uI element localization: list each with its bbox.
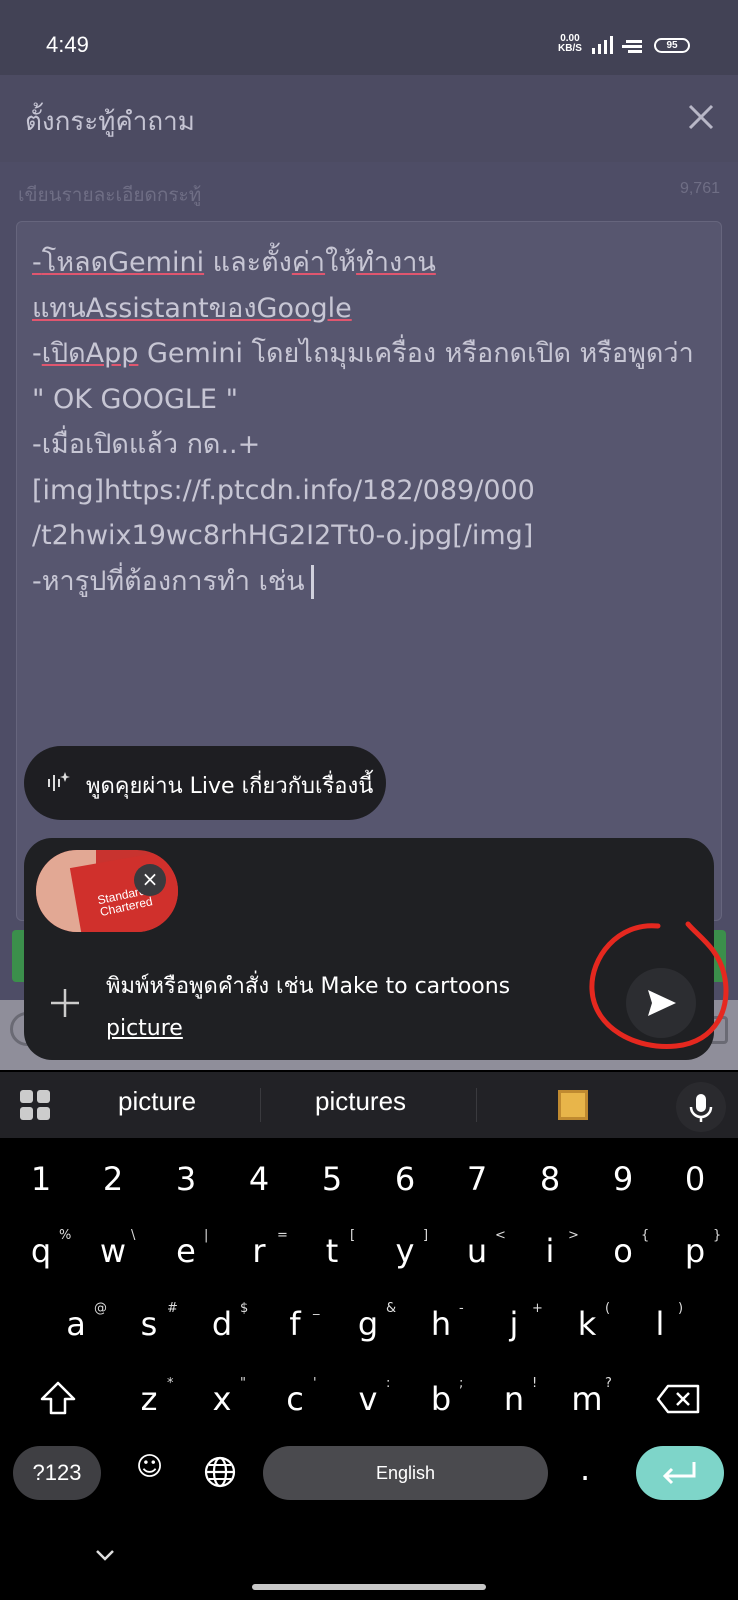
key-hint: % — [59, 1228, 72, 1243]
prompt-input[interactable]: พิมพ์หรือพูดคำสั่ง เช่น Make to cartoons… — [106, 966, 576, 1050]
body-line: -เมื่อเปิดแล้ว กด..+ — [32, 429, 261, 460]
key-0[interactable]: 0 — [665, 1160, 725, 1198]
keyboard — [0, 1138, 738, 1600]
key-hint: * — [167, 1376, 174, 1391]
suggestion-item[interactable]: picture — [118, 1086, 196, 1117]
prompt-text: พิมพ์หรือพูดคำสั่ง เช่น Make to cartoons — [106, 974, 511, 999]
key-1[interactable]: 1 — [11, 1160, 71, 1198]
key-hint: " — [240, 1376, 246, 1391]
key-hint: $ — [240, 1301, 249, 1316]
close-icon[interactable] — [686, 102, 716, 132]
key-hint: _ — [313, 1301, 320, 1316]
symbols-key[interactable]: ?123 — [13, 1446, 101, 1500]
globe-icon[interactable] — [204, 1456, 236, 1488]
key-2[interactable]: 2 — [83, 1160, 143, 1198]
key-4[interactable]: 4 — [229, 1160, 289, 1198]
key-hint: - — [459, 1301, 464, 1316]
key-hint: } — [713, 1228, 722, 1243]
key-9[interactable]: 9 — [593, 1160, 653, 1198]
key-8[interactable]: 8 — [520, 1160, 580, 1198]
key-hint: : — [386, 1376, 391, 1391]
apps-grid-icon[interactable] — [20, 1090, 50, 1120]
key-hint: ) — [678, 1301, 684, 1316]
remove-image-icon[interactable]: × — [134, 864, 166, 896]
chevron-down-icon[interactable] — [94, 1548, 116, 1562]
key-hint: ] — [423, 1228, 429, 1243]
page-title: ตั้งกระทู้คำถาม — [25, 107, 195, 137]
data-icon — [622, 40, 642, 53]
key-hint: ? — [605, 1376, 612, 1391]
key-hint: ' — [313, 1376, 317, 1391]
body-line: -เปิดApp Gemini โดยไถมุมเครื่อง หรือกดเป… — [32, 338, 694, 369]
signal-icon — [592, 36, 613, 54]
key-hint: | — [204, 1228, 209, 1243]
key-hint: ; — [459, 1376, 464, 1391]
body-line: " OK GOOGLE " — [32, 383, 238, 415]
key-hint: \ — [131, 1228, 136, 1243]
char-count: 9,761 — [679, 180, 720, 197]
backspace-icon[interactable] — [656, 1384, 700, 1414]
key-hint: { — [641, 1228, 650, 1243]
title-bar: ตั้งกระทู้คำถาม — [0, 75, 738, 162]
body-line: /t2hwix19wc8rhHG2I2Tt0-o.jpg[/img] — [32, 520, 534, 551]
key-hint: > — [568, 1228, 579, 1243]
key-hint: & — [386, 1301, 397, 1316]
key-hint: ( — [605, 1301, 611, 1316]
text-caret — [310, 565, 314, 599]
post-body-text[interactable]: -โหลดGemini และตั้งค่าให้ทำงานแทนAssista… — [32, 240, 712, 604]
enter-key[interactable] — [636, 1446, 724, 1500]
space-key[interactable]: English — [263, 1446, 548, 1500]
emoji-comma-key[interactable]: ☺ — [136, 1452, 163, 1482]
body-line: -หารูปที่ต้องการทำ เช่น — [32, 559, 712, 605]
live-label: พูดคุยผ่าน Live เกี่ยวกับเรื่องนี้ — [86, 774, 374, 799]
key-hint: = — [277, 1228, 288, 1243]
description-label: เขียนรายละเอียดกระทู้ — [18, 184, 202, 206]
battery-indicator: 95 — [654, 38, 690, 53]
red-annotation-circle — [589, 921, 729, 1049]
enter-icon — [662, 1462, 696, 1485]
key-hint: + — [532, 1301, 543, 1316]
status-bar: 4:49 0.00 KB/S 95 — [0, 0, 738, 75]
key-hint: ! — [532, 1376, 538, 1391]
prompt-current-word: picture — [106, 1016, 183, 1041]
key-hint: # — [167, 1301, 178, 1316]
body-line: แทนAssistantของGoogle — [32, 292, 352, 324]
image-suggestion-icon[interactable] — [558, 1090, 588, 1120]
status-time: 4:49 — [46, 32, 89, 57]
key-6[interactable]: 6 — [375, 1160, 435, 1198]
home-indicator — [252, 1584, 486, 1590]
key-5[interactable]: 5 — [302, 1160, 362, 1198]
key-7[interactable]: 7 — [447, 1160, 507, 1198]
suggestion-item[interactable]: pictures — [315, 1086, 406, 1117]
plus-icon[interactable] — [48, 986, 82, 1020]
shift-icon[interactable] — [38, 1380, 78, 1416]
key-hint: @ — [94, 1301, 107, 1316]
mic-button[interactable] — [676, 1082, 726, 1132]
body-line: -โหลดGemini และตั้งค่าให้ทำงาน — [32, 247, 436, 278]
key-3[interactable]: 3 — [156, 1160, 216, 1198]
mic-icon — [689, 1094, 713, 1122]
gemini-live-button[interactable]: พูดคุยผ่าน Live เกี่ยวกับเรื่องนี้ — [24, 746, 386, 820]
network-speed: 0.00 KB/S — [558, 33, 582, 54]
key-hint: [ — [350, 1228, 356, 1243]
body-line: [img]https://f.ptcdn.info/182/089/000 — [32, 474, 535, 506]
live-sparkle-icon — [48, 772, 70, 791]
period-key[interactable]: . — [580, 1450, 590, 1488]
key-hint: < — [495, 1228, 506, 1243]
